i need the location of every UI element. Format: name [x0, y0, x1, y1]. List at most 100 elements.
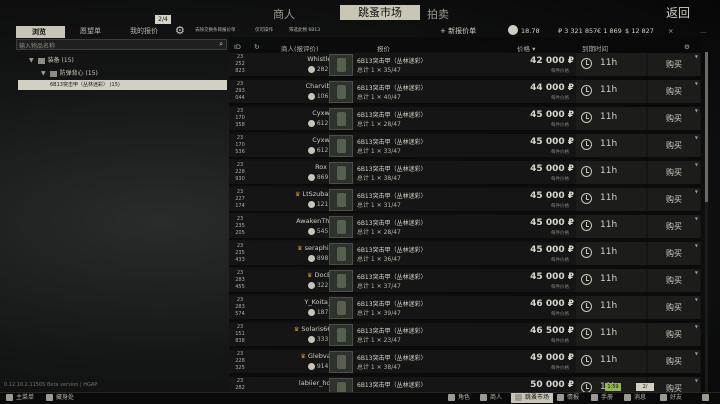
offer-row[interactable]: 23 293 044Charvibol106▲6B13突击甲（丛林迷彩）总计 1…: [229, 80, 701, 105]
seller-name[interactable]: AwakenTheFish: [271, 217, 371, 225]
buy-button[interactable]: 购买 ▼: [648, 323, 700, 346]
tab-auction[interactable]: 拍卖: [427, 6, 449, 22]
offer-row[interactable]: 23 283 574Y_Koita_W187▲6B13突击甲（丛林迷彩）总计 1…: [229, 296, 701, 321]
seller-name[interactable]: labiier_hobbit: [271, 379, 371, 387]
offer-row[interactable]: 23 252 823Whistles282▲6B13突击甲（丛林迷彩）总计 1 …: [229, 53, 701, 78]
seller-name[interactable]: Charvibol: [271, 82, 371, 90]
search-icon[interactable]: ⌕: [219, 40, 223, 49]
buy-button[interactable]: 购买 ▼: [648, 350, 700, 373]
seller-name[interactable]: Cyxw: [271, 136, 371, 144]
expand-arrow-icon[interactable]: ▼: [695, 54, 698, 59]
seller-name[interactable]: ♛ DocBz: [271, 271, 371, 279]
subtab-browse[interactable]: 浏览: [16, 26, 65, 38]
header-expire[interactable]: 到期时间: [582, 43, 608, 53]
hideout-button[interactable]: 藏身处: [46, 393, 74, 403]
friends-button[interactable]: 好友: [660, 393, 682, 403]
expand-arrow-icon[interactable]: ▼: [695, 324, 698, 329]
main-menu-button[interactable]: 主菜单: [6, 393, 34, 403]
item-thumbnail[interactable]: [329, 216, 353, 238]
item-thumbnail[interactable]: [329, 162, 353, 184]
intel-button[interactable]: 情报: [557, 393, 579, 403]
item-thumbnail[interactable]: [329, 135, 353, 157]
close-filter-button[interactable]: ×: [668, 26, 673, 36]
offer-row[interactable]: 23 227 174♛LtSzubaSteve121▲6B13突击甲（丛林迷彩）…: [229, 188, 701, 213]
header-offer[interactable]: 报价: [377, 43, 390, 53]
filter-only-functional[interactable]: 仅可操作: [255, 24, 273, 38]
expand-arrow-icon[interactable]: ▼: [695, 81, 698, 86]
filter-item[interactable]: 筛选此物 6B13: [289, 24, 320, 38]
expand-arrow-icon[interactable]: ▼: [695, 216, 698, 221]
offer-row[interactable]: 23 151 838♛Solaris666999333▲6B13突击甲（丛林迷彩…: [229, 323, 701, 348]
seller-name[interactable]: Whistles: [271, 55, 371, 63]
buy-button[interactable]: 购买 ▼: [648, 107, 700, 130]
handbook-button[interactable]: 手册: [591, 393, 613, 403]
subtab-wishlist[interactable]: 愿望单: [80, 25, 101, 37]
flea-market-button[interactable]: 跳蚤市场: [511, 393, 554, 403]
seller-name[interactable]: ♛ Solaris666999: [271, 325, 371, 333]
more-icon[interactable]: ...: [700, 26, 706, 36]
item-thumbnail[interactable]: [329, 270, 353, 292]
buy-button[interactable]: 购买 ▼: [648, 188, 700, 211]
buy-button[interactable]: 购买 ▼: [648, 53, 700, 76]
seller-name[interactable]: ♛ LtSzubaSteve: [271, 190, 371, 198]
back-button[interactable]: 返回: [666, 4, 690, 21]
tab-traders[interactable]: 商人: [273, 6, 295, 22]
offer-row[interactable]: 23 228 325♛Glebvader914▲6B13突击甲（丛林迷彩）总计 …: [229, 350, 701, 375]
item-thumbnail[interactable]: [329, 189, 353, 211]
seller-name[interactable]: Rox: [271, 163, 371, 171]
expand-arrow-icon[interactable]: ▼: [695, 378, 698, 383]
settings-icon[interactable]: ⚙: [684, 43, 690, 51]
buy-button[interactable]: 购买 ▼: [648, 296, 700, 319]
filter-remove-bartered[interactable]: 去除交换条目报价单: [195, 24, 236, 38]
buy-button[interactable]: 购买 ▼: [648, 269, 700, 292]
expand-arrow-icon[interactable]: ▼: [695, 270, 698, 275]
scrollbar-thumb[interactable]: [705, 52, 708, 202]
header-seller[interactable]: 商人(报评价): [281, 43, 319, 53]
traders-button[interactable]: 商人: [480, 393, 502, 403]
offer-row[interactable]: 23 170 536Cyxw612▲6B13突击甲（丛林迷彩）总计 1 ✕ 33…: [229, 134, 701, 159]
buy-button[interactable]: 购买 ▼: [648, 134, 700, 157]
search-box[interactable]: 输入物品名称 ⌕: [16, 39, 227, 50]
offer-row[interactable]: 23 170 358Cyxw612▲6B13突击甲（丛林迷彩）总计 1 ✕ 28…: [229, 107, 701, 132]
item-thumbnail[interactable]: [329, 54, 353, 76]
tree-item-selected[interactable]: 6B13突击甲（丛林迷彩） (15): [18, 80, 227, 90]
item-thumbnail[interactable]: [329, 243, 353, 265]
item-thumbnail[interactable]: [329, 324, 353, 346]
expand-arrow-icon[interactable]: ▼: [695, 297, 698, 302]
item-thumbnail[interactable]: [329, 351, 353, 373]
gear-icon[interactable]: ⚙: [175, 24, 185, 37]
buy-button[interactable]: 购买 ▼: [648, 80, 700, 103]
buy-button[interactable]: 购买 ▼: [648, 215, 700, 238]
header-price[interactable]: 价格 ▾: [517, 43, 535, 53]
expand-arrow-icon[interactable]: ▼: [695, 135, 698, 140]
offer-row[interactable]: 23 228 930Rox869▲6B13突击甲（丛林迷彩）总计 1 ✕ 38/…: [229, 161, 701, 186]
tree-item-gear[interactable]: ▼ 装备 (15): [29, 56, 74, 66]
seller-name[interactable]: Y_Koita_W: [271, 298, 371, 306]
tab-flea-market[interactable]: 跳蚤市场: [340, 5, 420, 20]
search-input[interactable]: 输入物品名称: [19, 41, 55, 50]
item-thumbnail[interactable]: [329, 108, 353, 130]
tree-item-rig[interactable]: ▼ 防弹背心 (15): [41, 69, 98, 79]
expand-arrow-icon[interactable]: ▼: [695, 108, 698, 113]
character-button[interactable]: 角色: [448, 393, 470, 403]
item-thumbnail[interactable]: [329, 297, 353, 319]
expand-arrow-icon[interactable]: ▼: [695, 162, 698, 167]
expand-arrow-icon[interactable]: ▼: [695, 243, 698, 248]
buy-button[interactable]: 购买 ▼: [648, 161, 700, 184]
expand-arrow-icon[interactable]: ▼: [695, 351, 698, 356]
offer-row[interactable]: 23 235 433♛seraphim_at898▲6B13突击甲（丛林迷彩）总…: [229, 242, 701, 267]
buy-button[interactable]: 购买 ▼: [648, 242, 700, 265]
offer-row[interactable]: 23 283 455♛DocBz322▲6B13突击甲（丛林迷彩）总计 1 ✕ …: [229, 269, 701, 294]
subtab-my-offers[interactable]: 我的报价: [130, 25, 158, 37]
item-thumbnail[interactable]: [329, 81, 353, 103]
seller-name[interactable]: Cyxw: [271, 109, 371, 117]
offer-row[interactable]: 23 235 205AwakenTheFish545▲6B13突击甲（丛林迷彩）…: [229, 215, 701, 240]
seller-name[interactable]: ♛ Glebvader: [271, 352, 371, 360]
header-id[interactable]: ID: [234, 43, 241, 51]
add-offer-button[interactable]: + 新报价单: [440, 24, 476, 38]
settings-button[interactable]: [702, 393, 712, 403]
seller-name[interactable]: ♛ seraphim_at: [271, 244, 371, 252]
messages-button[interactable]: 消息: [624, 393, 646, 403]
refresh-icon[interactable]: ↻: [254, 43, 259, 51]
expand-arrow-icon[interactable]: ▼: [695, 189, 698, 194]
